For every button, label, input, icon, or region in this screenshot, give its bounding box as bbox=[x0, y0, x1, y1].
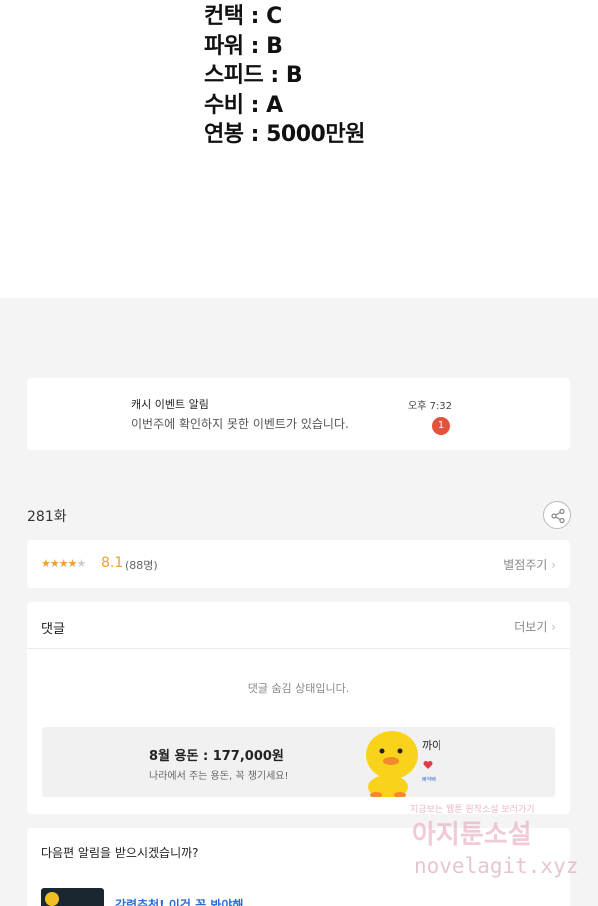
share-icon bbox=[551, 508, 565, 524]
ad-banner[interactable]: 8월 용돈 : 177,000원 나라에서 주는 용돈, 꼭 챙기세요! 까아 … bbox=[42, 727, 555, 797]
stat-contact: 컨택 : C bbox=[204, 4, 282, 29]
next-episode-alert: 다음편 알림을 받으시겠습니까? 강력추천! 이건 꼭 봐야해 bbox=[27, 828, 570, 906]
stat-salary: 연봉 : 5000만원 bbox=[204, 122, 365, 147]
star-rating: ★★★★★ bbox=[41, 557, 87, 570]
notification-time: 오후 7:32 bbox=[408, 401, 453, 412]
rate-label: 별점주기 bbox=[503, 558, 548, 572]
clock-icon bbox=[45, 892, 59, 906]
divider bbox=[27, 648, 570, 649]
rating-count: (88명) bbox=[125, 559, 158, 572]
comments-header: 댓글 bbox=[41, 622, 65, 637]
ad-title: 8월 용돈 : 177,000원 bbox=[149, 749, 284, 764]
cash-event-notification[interactable]: 캐시 이벤트 알림 이번주에 확인하지 못한 이벤트가 있습니다. 오후 7:3… bbox=[27, 378, 570, 450]
comments-section: 댓글 더보기 › 댓글 숨김 상태입니다. 8월 용돈 : 177,000원 나… bbox=[27, 602, 570, 814]
star-empty-icon: ★ bbox=[76, 557, 87, 570]
episode-title: 281화 bbox=[27, 509, 67, 525]
star-icon: ★ bbox=[41, 557, 51, 570]
star-icon: ★ bbox=[58, 557, 69, 570]
webtoon-image-panel: 컨택 : C 파워 : B 스피드 : B 수비 : A 연봉 : 5000만원 bbox=[0, 0, 598, 298]
notification-badge: 1 bbox=[432, 417, 450, 435]
recommend-link[interactable]: 강력추천! 이건 꼭 봐야해 bbox=[115, 896, 243, 906]
stat-power: 파워 : B bbox=[204, 33, 283, 59]
stat-defense: 수비 : A bbox=[204, 92, 283, 118]
comments-more-button[interactable]: 더보기 › bbox=[514, 618, 556, 635]
rate-button[interactable]: 별점주기 › bbox=[503, 556, 556, 573]
chick-sticker-icon: 까아 삐약삐 bbox=[366, 731, 440, 797]
next-episode-question: 다음편 알림을 받으시겠습니까? bbox=[41, 846, 199, 860]
more-label: 더보기 bbox=[514, 620, 548, 634]
heart-icon bbox=[423, 761, 433, 769]
comments-hidden-message: 댓글 숨김 상태입니다. bbox=[247, 682, 350, 695]
stat-speed: 스피드 : B bbox=[204, 63, 303, 88]
player-stats: 컨택 : C 파워 : B 스피드 : B 수비 : A 연봉 : 5000만원 bbox=[204, 2, 365, 150]
star-icon: ★ bbox=[49, 557, 60, 570]
recommend-thumbnail[interactable] bbox=[41, 888, 104, 906]
share-button[interactable] bbox=[543, 501, 571, 529]
sticker-text: 까아 bbox=[422, 739, 440, 752]
rating-bar: ★★★★★ 8.1 (88명) 별점주기 › bbox=[27, 540, 570, 588]
rating-score: 8.1 bbox=[101, 555, 124, 571]
notification-body: 이번주에 확인하지 못한 이벤트가 있습니다. bbox=[131, 417, 349, 431]
chevron-right-icon: › bbox=[551, 620, 556, 634]
chevron-right-icon: › bbox=[551, 558, 556, 572]
star-icon: ★ bbox=[67, 557, 78, 570]
sticker-credit: 삐약삐 bbox=[422, 776, 436, 783]
ad-subtitle: 나라에서 주는 용돈, 꼭 챙기세요! bbox=[149, 771, 289, 782]
notification-title: 캐시 이벤트 알림 bbox=[131, 398, 209, 411]
